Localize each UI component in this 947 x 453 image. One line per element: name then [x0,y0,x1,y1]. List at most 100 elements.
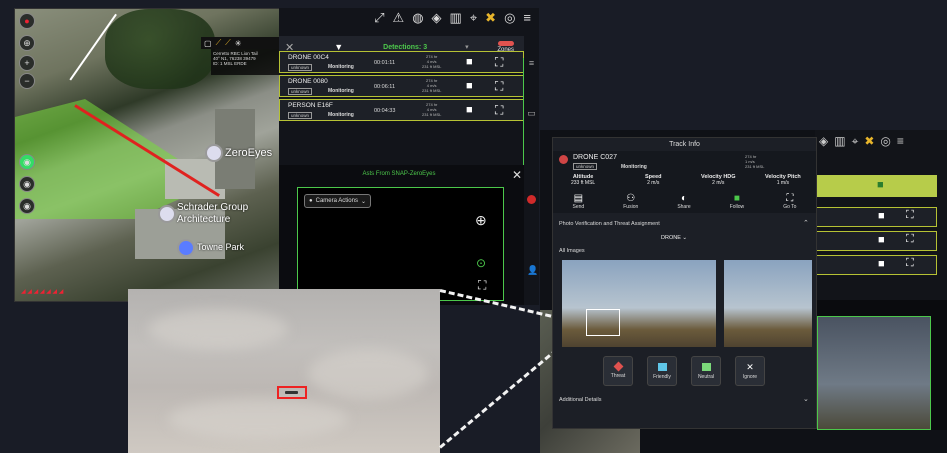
map-icon[interactable]: ▥ [834,134,845,149]
layers-icon[interactable]: ◈ [432,10,442,26]
record-icon[interactable] [527,195,536,204]
friendly-icon [657,363,667,371]
list-item[interactable]: ■ ⛶ [815,255,937,275]
photo-section-title: Photo Verification and Threat Assignment [559,221,660,227]
pin-icon[interactable]: ⌖ [852,134,859,149]
pin-icon[interactable]: ⌖ [470,10,477,26]
sensor-icon[interactable]: ◉ [19,198,35,214]
menu-icon[interactable]: ≡ [524,58,539,68]
focus-icon[interactable]: ⛶ [495,55,503,70]
detection-name: DRONE 0080 [288,78,328,85]
send-button[interactable]: ▤ Send [573,193,585,210]
camera-icon[interactable]: ■ [466,56,473,68]
globe-icon[interactable]: ◎ [880,134,890,149]
resize-icon[interactable]: ⤢ [374,10,384,26]
map-view[interactable]: ● ⊕ + − ◉ ◉ ◉ ZeroEyes Schrader Group Ar… [14,8,281,302]
detection-status: Monitoring [328,112,354,118]
sensor-icon[interactable]: ◉ [19,176,35,192]
camera-icon[interactable]: ■ [466,104,473,116]
detection-meta: 274 hr 4 m/s 231 ft MSL [422,78,442,93]
detections-count: Detections: 3 [383,43,428,51]
ignore-button[interactable]: ✕ Ignore [735,356,765,386]
camera-alert-window: Asts From SNAP-ZeroEyes ✕ ● Camera Action… [279,165,539,305]
slew-icon[interactable]: ⊙ [476,256,486,270]
cross-icon[interactable]: ✖ [485,10,496,26]
fullscreen-icon[interactable]: ⛶ [478,278,486,293]
chevron-up-icon[interactable]: ⌃ [803,219,809,227]
class-select[interactable]: DRONE ⌄ [661,235,687,241]
camera-icon[interactable]: ■ [878,258,885,270]
cross-icon[interactable]: ✖ [864,134,874,149]
selected-row[interactable]: ■ [815,175,937,197]
stat-velocity-pitch: Velocity Pitch 1 m/s [765,174,801,186]
square-icon[interactable]: ▢ [204,39,212,48]
info-line: ID: 1 MSL ERDE [213,61,247,66]
record-icon[interactable]: ● [19,13,35,29]
chevron-down-icon[interactable]: ⌄ [803,395,809,403]
detection-name: DRONE 00C4 [288,54,329,61]
drone-status-icon [559,155,568,164]
location-pin-icon[interactable] [158,205,176,223]
focus-icon[interactable]: ⛶ [495,79,503,94]
fusion-button[interactable]: ⚇ Fusion [623,193,638,210]
camera-icon[interactable]: ■ [877,179,884,191]
focus-icon[interactable]: ⛶ [906,257,914,270]
close-icon[interactable]: ✕ [512,168,522,182]
crosshair-icon[interactable]: ⊕ [475,212,487,229]
chevron-down-icon: ⌄ [682,235,688,241]
filter-icon[interactable]: ▾ [465,43,469,51]
detection-meta: 274 hr 4 m/s 231 ft MSL [422,54,442,69]
detection-row[interactable]: DRONE 0080 unknown Monitoring 00:06:11 2… [279,75,524,97]
neutral-button[interactable]: Neutral [691,356,721,386]
threat-button[interactable]: Threat [603,356,633,386]
sun-icon[interactable]: ✳ [235,39,242,48]
camera-icon[interactable]: ■ [466,80,473,92]
chevron-down-icon: ⌄ [360,198,367,205]
panel-icon[interactable]: ▭ [524,108,539,119]
detection-tag: unknown [288,64,313,71]
focus-icon[interactable]: ⛶ [906,209,914,222]
draw-icon[interactable]: ⟋ [216,38,222,48]
threat-icon [613,361,623,372]
zoom-out-icon[interactable]: − [19,73,35,89]
menu-icon[interactable]: ≡ [523,10,531,26]
camera-feed[interactable]: ● Camera Actions ⌄ ⊕ ⊙ ⛶ [297,187,504,301]
map-label: ZeroEyes [225,147,273,159]
friendly-button[interactable]: Friendly [647,356,677,386]
location-pin-icon[interactable] [177,239,195,257]
goto-button[interactable]: ⛶ Go To [783,193,796,210]
draw-icon[interactable]: ⟋ [225,38,231,48]
map-label: Architecture [177,214,231,225]
background-toolbar: ◈ ▥ ⌖ ✖ ◎ ≡ [819,134,904,149]
track-info-panel: Track Info DRONE C027 unknown Monitoring… [552,137,817,429]
list-item[interactable]: ■ ⛶ [815,207,937,227]
settings-icon[interactable]: ◎ [504,10,515,26]
detection-status: Monitoring [328,64,354,70]
camera-icon[interactable]: ■ [878,210,885,222]
camera-icon[interactable]: ■ [878,234,885,246]
camera-icon: ■ [733,193,740,204]
camera-actions-dropdown[interactable]: ● Camera Actions ⌄ [304,194,372,208]
detection-row[interactable]: DRONE 00C4 unknown Monitoring 00:01:11 2… [279,51,524,73]
focus-icon[interactable]: ⛶ [495,103,503,118]
image-thumbnail[interactable] [724,260,812,347]
layers-icon[interactable]: ◈ [819,134,828,149]
user-icon[interactable]: 👤 [527,265,538,276]
zoom-in-icon[interactable]: + [19,55,35,71]
menu-icon[interactable]: ≡ [897,134,904,149]
track-actions: ▤ Send ⚇ Fusion ◐ Share ■ Follow ⛶ Go To [553,193,816,210]
location-pin-icon[interactable] [205,144,223,162]
map-label: Schrader Group [177,202,249,213]
share-button[interactable]: ◐ Share [677,193,690,210]
map-icon[interactable]: ▥ [450,10,462,26]
additional-details[interactable]: Additional Details [559,397,602,403]
alert-icon[interactable]: ⚠ [393,10,405,26]
globe-icon[interactable]: ◍ [412,10,423,26]
list-item[interactable]: ■ ⛶ [815,231,937,251]
detection-row[interactable]: PERSON E16F unknown Monitoring 00:04:33 … [279,99,524,121]
sensor-icon[interactable]: ◉ [19,154,35,170]
follow-button[interactable]: ■ Follow [730,193,744,210]
detection-time: 00:04:33 [374,108,396,114]
compass-icon[interactable]: ⊕ [19,35,35,51]
focus-icon[interactable]: ⛶ [906,233,914,246]
